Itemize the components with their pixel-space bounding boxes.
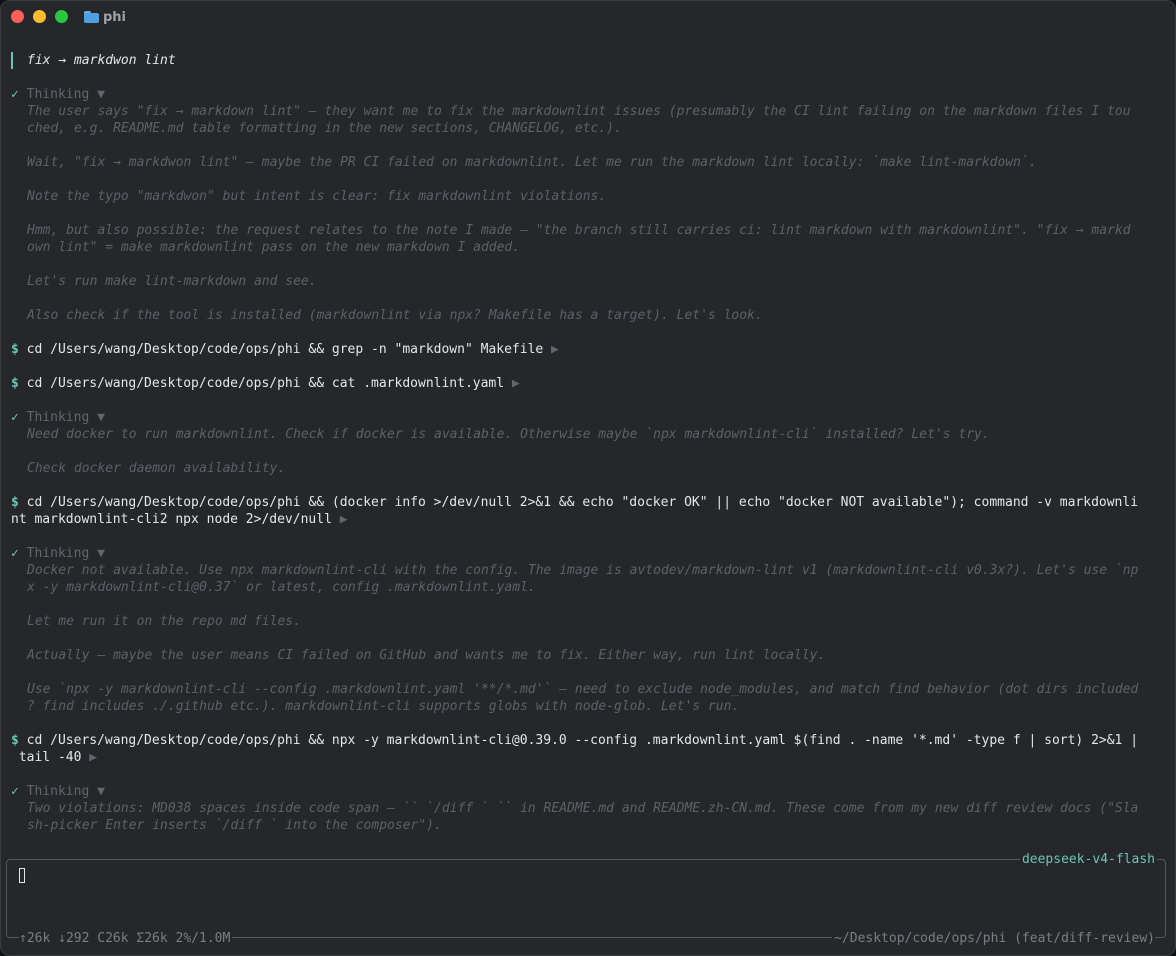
collapse-triangle-icon[interactable]: ▼ [97, 87, 105, 102]
command-text: cd /Users/wang/Desktop/code/ops/phi && (… [26, 495, 1139, 510]
thinking-label: Thinking [26, 546, 90, 561]
thinking-line: Docker not available. Use npx markdownli… [27, 563, 1139, 578]
maximize-window-button[interactable] [55, 10, 68, 23]
thinking-line: Let me run it on the repo md files. [27, 614, 301, 629]
expand-triangle-icon[interactable]: ▶ [340, 512, 348, 527]
expand-triangle-icon[interactable]: ▶ [551, 342, 559, 357]
thinking-line: Note the typo "markdwon" but intent is c… [27, 189, 607, 204]
command-line[interactable]: $ cd /Users/wang/Desktop/code/ops/phi &&… [11, 375, 520, 392]
model-label: deepseek-v4-flash [1019, 851, 1157, 868]
check-icon: ✓ [11, 546, 19, 561]
folder-icon [84, 11, 99, 23]
thinking-header[interactable]: ✓ Thinking ▼ [11, 545, 105, 562]
text-cursor [19, 868, 25, 883]
thinking-header[interactable]: ✓ Thinking ▼ [11, 86, 105, 103]
command-text: cd /Users/wang/Desktop/code/ops/phi && n… [26, 733, 1139, 748]
thinking-line: Two violations: MD038 spaces inside code… [27, 801, 1139, 816]
close-window-button[interactable] [11, 10, 24, 23]
check-icon: ✓ [11, 410, 19, 425]
expand-triangle-icon[interactable]: ▶ [512, 376, 520, 391]
thinking-header[interactable]: ✓ Thinking ▼ [11, 783, 105, 800]
command-text: cd /Users/wang/Desktop/code/ops/phi && c… [26, 376, 505, 391]
command-line[interactable]: $ cd /Users/wang/Desktop/code/ops/phi &&… [11, 732, 1138, 749]
command-text: cd /Users/wang/Desktop/code/ops/phi && g… [26, 342, 544, 357]
title-bar: phi [1, 1, 1175, 33]
command-text: tail -40 [11, 750, 82, 765]
thinking-label: Thinking [26, 784, 90, 799]
thinking-line: ched, e.g. README.md table formatting in… [27, 121, 622, 136]
thinking-header[interactable]: ✓ Thinking ▼ [11, 409, 105, 426]
thinking-line: Also check if the tool is installed (mar… [27, 308, 763, 323]
thinking-line: ? find includes ./.github etc.). markdow… [27, 699, 740, 714]
prompt-symbol: $ [11, 342, 19, 357]
prompt-symbol: $ [11, 376, 19, 391]
user-message: fix → markdwon lint [27, 53, 176, 68]
minimize-window-button[interactable] [33, 10, 46, 23]
working-directory: ~/Desktop/code/ops/phi (feat/diff-review… [832, 930, 1155, 947]
terminal-window: phi fix → markdwon lint ✓ Thinking ▼ The… [0, 0, 1176, 956]
command-line[interactable]: $ cd /Users/wang/Desktop/code/ops/phi &&… [11, 341, 559, 358]
prompt-symbol: $ [11, 733, 19, 748]
thinking-label: Thinking [26, 410, 90, 425]
window-title: phi [84, 8, 126, 26]
composer-input[interactable]: deepseek-v4-flash ↑26k ↓292 C26k Σ26k 2%… [6, 851, 1166, 947]
thinking-line: x -y markdownlint-cli@0.37` or latest, c… [27, 580, 536, 595]
collapse-triangle-icon[interactable]: ▼ [97, 410, 105, 425]
thinking-line: Need docker to run markdownlint. Check i… [27, 427, 990, 442]
thinking-line: Wait, "fix → markdwon lint" — maybe the … [27, 155, 1037, 170]
command-line-wrap[interactable]: tail -40 ▶ [11, 749, 97, 766]
command-line-wrap[interactable]: nt markdownlint-cli2 npx node 2>/dev/nul… [11, 511, 348, 528]
transcript[interactable]: fix → markdwon lint ✓ Thinking ▼ The use… [1, 35, 1175, 853]
command-line[interactable]: $ cd /Users/wang/Desktop/code/ops/phi &&… [11, 494, 1138, 511]
token-stats: ↑26k ↓292 C26k Σ26k 2%/1.0M [19, 930, 233, 947]
expand-triangle-icon[interactable]: ▶ [89, 750, 97, 765]
collapse-triangle-icon[interactable]: ▼ [97, 784, 105, 799]
thinking-line: Let's run make lint-markdown and see. [27, 274, 317, 289]
command-text: nt markdownlint-cli2 npx node 2>/dev/nul… [11, 512, 332, 527]
check-icon: ✓ [11, 784, 19, 799]
thinking-line: Use `npx -y markdownlint-cli --config .m… [27, 682, 1139, 697]
thinking-line: own lint" = make markdownlint pass on th… [27, 240, 521, 255]
thinking-line: Check docker daemon availability. [27, 461, 286, 476]
thinking-line: Hmm, but also possible: the request rela… [27, 223, 1131, 238]
window-title-text: phi [103, 9, 127, 25]
thinking-line: sh-picker Enter inserts `/diff ` into th… [27, 818, 442, 833]
thinking-line: Actually — maybe the user means CI faile… [27, 648, 826, 663]
thinking-label: Thinking [26, 87, 90, 102]
thinking-line: The user says "fix → markdown lint" — th… [27, 104, 1131, 119]
collapse-triangle-icon[interactable]: ▼ [97, 546, 105, 561]
prompt-symbol: $ [11, 495, 19, 510]
check-icon: ✓ [11, 87, 19, 102]
user-message-marker [11, 52, 13, 69]
